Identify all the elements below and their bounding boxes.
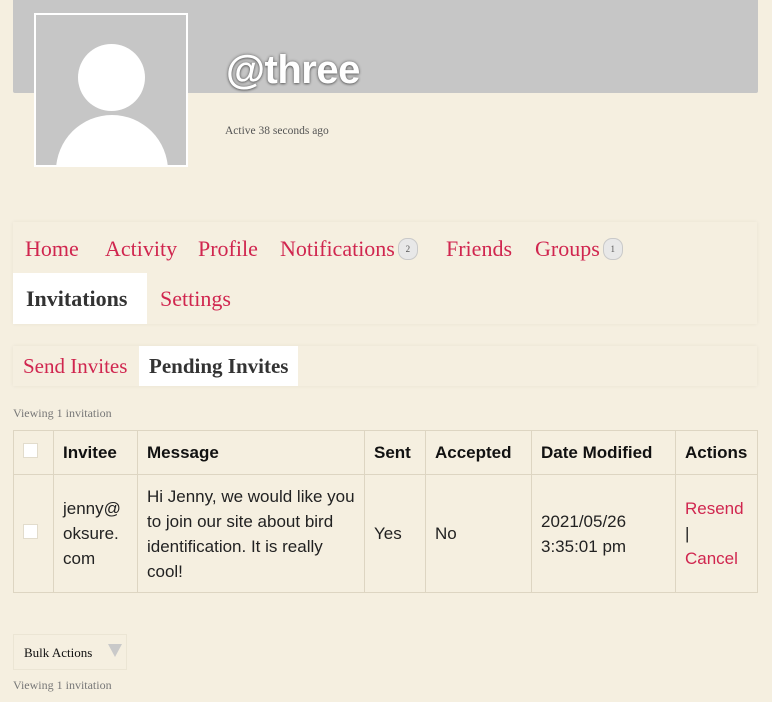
pagination-count-top: Viewing 1 invitation (13, 406, 112, 420)
date-line: 2021/05/26 (541, 511, 627, 531)
nav-item-profile[interactable]: Profile (198, 236, 258, 262)
header-invitee: Invitee (53, 430, 138, 475)
invitations-subnav: Send Invites Pending Invites (13, 346, 757, 386)
invitee-line: com (63, 549, 96, 568)
groups-count-badge: 1 (602, 237, 623, 260)
table-header-row: Invitee Message Sent Accepted Date Modif… (13, 430, 758, 475)
nav-item-invitations[interactable]: Invitations (13, 273, 147, 324)
nav-item-settings[interactable]: Settings (160, 273, 231, 324)
invitations-table: Invitee Message Sent Accepted Date Modif… (13, 430, 758, 593)
profile-nav: Home Activity Profile Notifications 2 Fri… (13, 222, 757, 324)
tab-pending-invites[interactable]: Pending Invites (139, 346, 299, 386)
actions-separator: | (685, 524, 690, 543)
bulk-actions-label: Bulk Actions (24, 645, 93, 660)
avatar[interactable] (34, 13, 188, 167)
nav-item-notifications[interactable]: Notifications 2 (280, 236, 418, 262)
nav-item-groups[interactable]: Groups 1 (535, 236, 623, 262)
nav-item-activity[interactable]: Activity (105, 236, 177, 262)
accepted-cell: No (425, 474, 532, 593)
header-date-modified: Date Modified (531, 430, 676, 475)
tab-send-invites[interactable]: Send Invites (23, 346, 127, 386)
invitee-line: jenny@ (63, 499, 121, 518)
row-select-cell (13, 474, 54, 593)
last-active-status: Active 38 seconds ago (225, 125, 329, 137)
sent-cell: Yes (364, 474, 426, 593)
bulk-actions-select[interactable]: Bulk Actions (13, 634, 127, 670)
actions-cell: Resend | Cancel (675, 474, 758, 593)
chevron-down-icon (108, 644, 122, 657)
row-checkbox[interactable] (23, 524, 38, 539)
select-all-checkbox[interactable] (23, 442, 38, 458)
avatar-head-shape (78, 44, 145, 111)
invitee-cell: jenny@ oksure. com (53, 474, 138, 593)
profile-username: @three (226, 48, 360, 92)
message-cell: Hi Jenny, we would like you to join our … (137, 474, 365, 593)
notifications-count-badge: 2 (397, 237, 418, 260)
nav-item-friends[interactable]: Friends (446, 236, 512, 262)
nav-item-home[interactable]: Home (25, 236, 79, 262)
avatar-body-shape (56, 115, 168, 165)
invitee-line: oksure. (63, 524, 119, 543)
table-row: jenny@ oksure. com Hi Jenny, we would li… (13, 474, 758, 593)
date-modified-cell: 2021/05/26 3:35:01 pm (531, 474, 676, 593)
resend-link[interactable]: Resend (685, 499, 744, 518)
cancel-link[interactable]: Cancel (685, 549, 738, 568)
header-select-all-cell (13, 430, 54, 475)
header-actions: Actions (675, 430, 758, 475)
header-message: Message (137, 430, 365, 475)
header-sent: Sent (364, 430, 426, 475)
nav-item-groups-label: Groups (535, 236, 600, 261)
nav-item-notifications-label: Notifications (280, 236, 395, 261)
time-line: 3:35:01 pm (541, 536, 627, 556)
header-accepted: Accepted (425, 430, 532, 475)
pagination-count-bottom: Viewing 1 invitation (13, 678, 112, 692)
